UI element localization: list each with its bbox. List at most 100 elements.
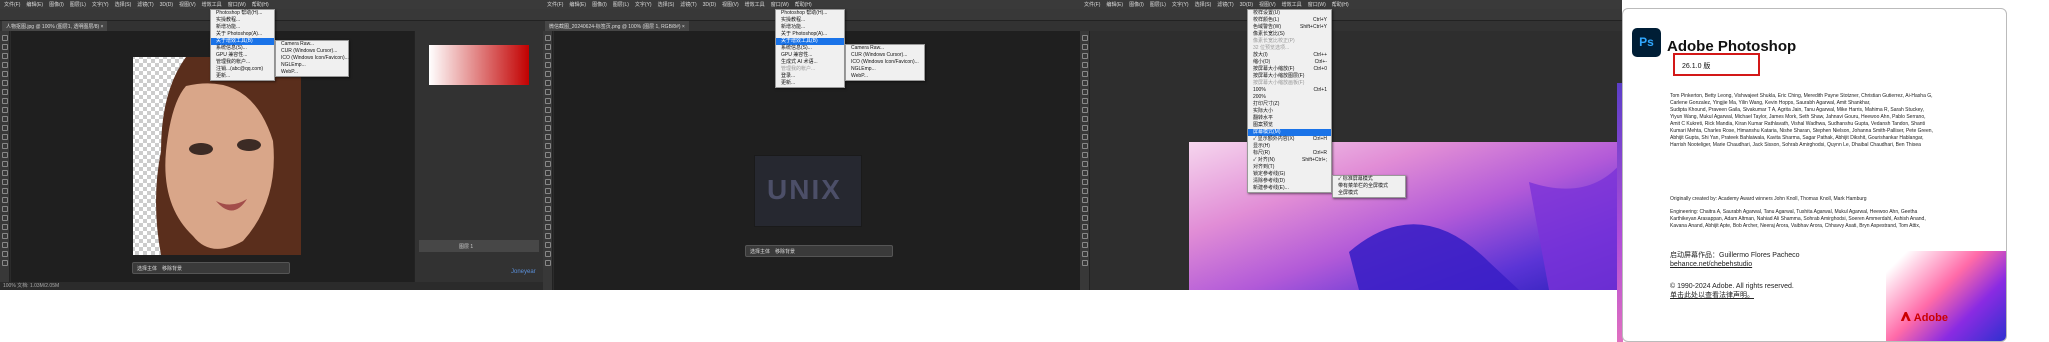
tool-icon[interactable] [545, 260, 551, 266]
tool-icon[interactable] [1082, 170, 1088, 176]
tool-icon[interactable] [545, 251, 551, 257]
tool-icon[interactable] [545, 80, 551, 86]
menu-item[interactable]: 实操教程... [776, 17, 844, 24]
tool-icon[interactable] [545, 89, 551, 95]
document-tab[interactable]: 微信截图_20240624-标签页.png @ 100% (图层 1, RGB/… [545, 21, 689, 31]
tool-icon[interactable] [2, 98, 8, 104]
menubar-item[interactable]: 图像(I) [49, 1, 64, 8]
menubar-item[interactable]: 文字(Y) [92, 1, 109, 8]
menu-item[interactable]: 按屏幕大小缩放(F) Ctrl+0 [1248, 66, 1331, 73]
splash-link[interactable]: behance.net/chebehstudio [1670, 261, 1752, 268]
tool-icon[interactable] [1082, 125, 1088, 131]
tool-icon[interactable] [1082, 206, 1088, 212]
tool-icon[interactable] [2, 134, 8, 140]
submenu-item[interactable]: Camera Raw... [846, 45, 924, 52]
tool-icon[interactable] [1082, 35, 1088, 41]
submenu-item[interactable]: WebP... [846, 73, 924, 80]
menu-item[interactable]: GPU 兼容性... [211, 52, 274, 59]
menu-item[interactable]: 标尺(R) Ctrl+R [1248, 150, 1331, 157]
menubar-item[interactable]: 选择(S) [1195, 1, 1212, 8]
tool-icon[interactable] [2, 44, 8, 50]
menubar-item[interactable]: 帮助(H) [252, 1, 269, 8]
menu-item[interactable]: 锁定参考线(G) [1248, 171, 1331, 178]
menu-item[interactable]: 32 位预览选项... [1248, 45, 1331, 52]
menu-item[interactable]: GPU 兼容性... [776, 52, 844, 59]
tool-icon[interactable] [545, 134, 551, 140]
submenu-item[interactable]: ✓ 标准屏幕模式 [1333, 176, 1405, 183]
menubar-item[interactable]: 图层(L) [1150, 1, 1166, 8]
menubar-item[interactable]: 视图(V) [722, 1, 739, 8]
menu-item[interactable]: 关于增效工具(B) [211, 38, 274, 45]
menu-item[interactable]: ✓ 显示额外内容(X) Ctrl+H [1248, 136, 1331, 143]
menubar-item[interactable]: 编辑(E) [1106, 1, 1123, 8]
menubar-item[interactable]: 文件(F) [4, 1, 20, 8]
remove-background-button[interactable]: 移除背景 [162, 265, 182, 272]
tool-icon[interactable] [545, 179, 551, 185]
tool-icon[interactable] [2, 215, 8, 221]
tool-icon[interactable] [1082, 116, 1088, 122]
tool-icon[interactable] [545, 206, 551, 212]
menu-item[interactable]: 打印尺寸(Z) [1248, 101, 1331, 108]
menu-item[interactable]: 100% Ctrl+1 [1248, 87, 1331, 94]
menubar-item[interactable]: 图层(L) [70, 1, 86, 8]
menu-item[interactable]: 关于 Photoshop(A)... [776, 31, 844, 38]
menu-item[interactable]: 登录... [776, 73, 844, 80]
tool-icon[interactable] [1082, 53, 1088, 59]
menubar-item[interactable]: 文字(Y) [635, 1, 652, 8]
remove-background-button[interactable]: 移除背景 [775, 248, 795, 255]
tool-icon[interactable] [1082, 251, 1088, 257]
tool-icon[interactable] [545, 143, 551, 149]
menu-item[interactable]: 色域警告(W) Shift+Ctrl+Y [1248, 24, 1331, 31]
tool-icon[interactable] [545, 152, 551, 158]
tool-icon[interactable] [545, 242, 551, 248]
submenu-item[interactable]: ICO (Windows Icon/Favicon)... [846, 59, 924, 66]
menubar-item[interactable]: 3D(D) [1240, 2, 1253, 8]
tool-icon[interactable] [1082, 215, 1088, 221]
tool-icon[interactable] [2, 197, 8, 203]
tool-icon[interactable] [545, 188, 551, 194]
tool-icon[interactable] [2, 125, 8, 131]
tool-icon[interactable] [2, 80, 8, 86]
tool-icon[interactable] [1082, 233, 1088, 239]
tool-icon[interactable] [545, 197, 551, 203]
menu-item[interactable]: 更新... [211, 73, 274, 80]
menu-item[interactable]: 新建参考线(E)... [1248, 185, 1331, 192]
menubar-item[interactable]: 增效工具 [1282, 1, 1302, 8]
tool-icon[interactable] [2, 242, 8, 248]
tool-icon[interactable] [1082, 161, 1088, 167]
tool-icon[interactable] [545, 161, 551, 167]
submenu-item[interactable]: 全屏模式 [1333, 190, 1405, 197]
tool-icon[interactable] [2, 53, 8, 59]
submenu-item[interactable]: WebP... [276, 69, 348, 76]
submenu-item[interactable]: NGLEmp... [846, 66, 924, 73]
tool-icon[interactable] [545, 53, 551, 59]
layer-row[interactable]: 图层 1 [419, 240, 539, 252]
tool-icon[interactable] [545, 35, 551, 41]
tool-icon[interactable] [1082, 89, 1088, 95]
tool-icon[interactable] [545, 98, 551, 104]
menubar-item[interactable]: 选择(S) [658, 1, 675, 8]
submenu-item[interactable]: Camera Raw... [276, 41, 348, 48]
menu-item[interactable]: 系统信息(S)... [776, 45, 844, 52]
menu-item[interactable]: 200% [1248, 94, 1331, 101]
menu-item[interactable]: 显示(H) [1248, 143, 1331, 150]
menu-item[interactable]: 关于增效工具(B) [776, 38, 844, 45]
menubar-item[interactable]: 增效工具 [202, 1, 222, 8]
menu-item[interactable]: Photoshop 帮助(H)... [776, 10, 844, 17]
menubar-item[interactable]: 3D(D) [160, 2, 173, 8]
tool-icon[interactable] [1082, 134, 1088, 140]
tool-icon[interactable] [2, 89, 8, 95]
menubar-item[interactable]: 滤镜(T) [137, 1, 153, 8]
menubar-item[interactable]: 窗口(W) [228, 1, 246, 8]
menu-item[interactable]: 管理我的帐户... [211, 59, 274, 66]
menu-item[interactable]: Photoshop 帮助(H)... [211, 10, 274, 17]
tool-icon[interactable] [1082, 152, 1088, 158]
menu-item[interactable]: 校样颜色(L) Ctrl+Y [1248, 17, 1331, 24]
tool-icon[interactable] [1082, 224, 1088, 230]
tool-icon[interactable] [2, 233, 8, 239]
menubar-item[interactable]: 图层(L) [613, 1, 629, 8]
menu-item[interactable]: 实际大小 [1248, 108, 1331, 115]
menu-item[interactable]: 管理我的帐户... [776, 66, 844, 73]
tool-icon[interactable] [545, 107, 551, 113]
menu-item[interactable]: 放大(I) Ctrl++ [1248, 52, 1331, 59]
